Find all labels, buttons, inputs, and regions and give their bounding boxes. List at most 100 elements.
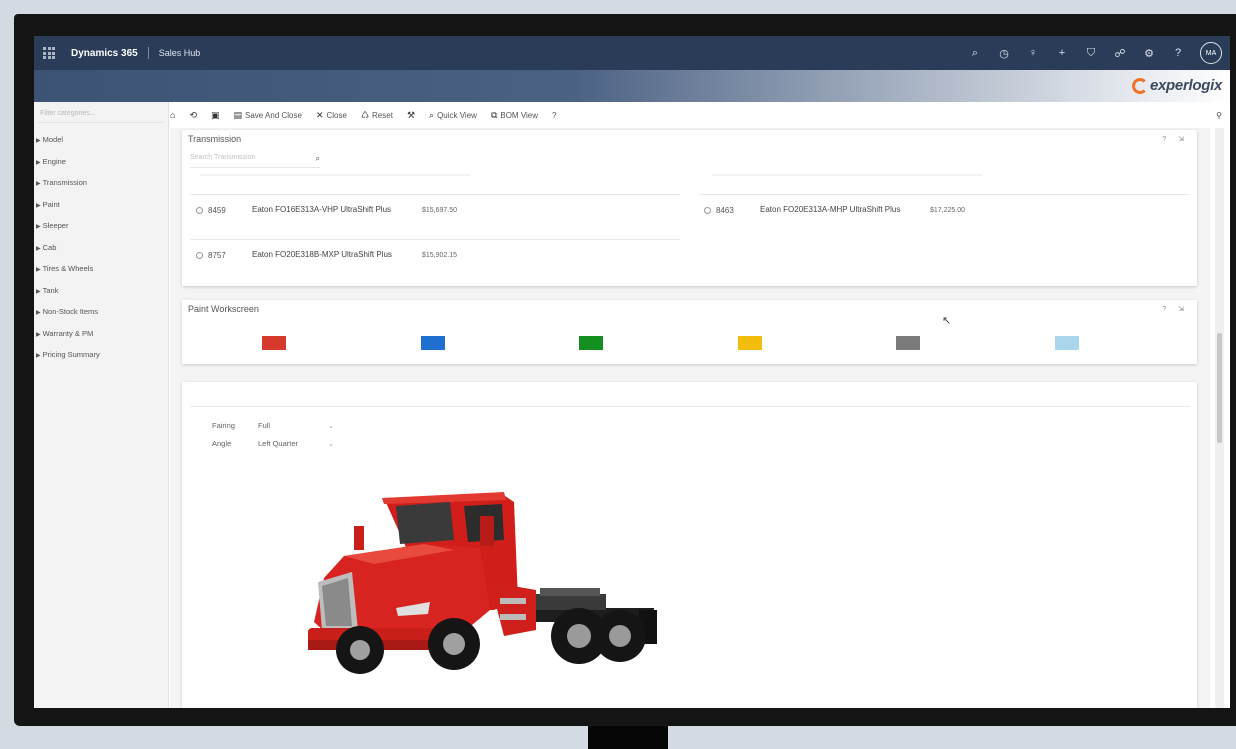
expand-caret-icon: ▶ <box>36 181 41 187</box>
help-button[interactable]: ? <box>552 111 556 120</box>
expand-caret-icon: ▶ <box>36 138 41 144</box>
panel-help-expand-icons[interactable]: ? ⇲ <box>1162 135 1189 143</box>
app-area-name[interactable]: Sales Hub <box>159 48 201 58</box>
main-scrollbar[interactable] <box>1215 128 1224 708</box>
expand-caret-icon: ▶ <box>36 310 41 316</box>
bom-view-button[interactable]: ⧉ BOM View <box>491 110 538 121</box>
category-filter-input[interactable]: Filter categories... <box>38 110 164 123</box>
close-button[interactable]: ✕ Close <box>316 110 347 121</box>
sidebar-item-non-stock-items[interactable]: ▶ Non-Stock Items <box>34 301 168 323</box>
sidebar-item-paint[interactable]: ▶ Paint <box>34 194 168 216</box>
app-launcher-icon[interactable] <box>43 47 55 59</box>
close-icon: ✕ <box>315 109 324 120</box>
paint-swatch-gray[interactable] <box>896 336 920 350</box>
option-price: $15,902.15 <box>422 251 458 259</box>
sidebar-item-model[interactable]: ▶ Model <box>34 129 168 151</box>
sidebar-item-pricing-summary[interactable]: ▶ Pricing Summary <box>34 344 168 366</box>
transmission-option[interactable]: 8459 Eaton FO16E313A-VHP UltraShift Plus… <box>196 205 457 215</box>
expand-caret-icon: ▶ <box>36 159 41 166</box>
sidebar-item-transmission[interactable]: ▶ Transmission <box>34 172 168 194</box>
sidebar-item-warranty-pm[interactable]: ▶ Warranty & PM <box>34 323 168 345</box>
option-price: $17,225.00 <box>930 206 966 214</box>
sidebar-item-label: Cab <box>42 242 57 252</box>
sidebar-item-label: Warranty & PM <box>42 328 94 338</box>
home-button[interactable]: ⌂ <box>170 110 175 120</box>
expand-caret-icon: ▶ <box>36 202 41 209</box>
filter-icon[interactable]: ⛉ <box>1084 47 1098 60</box>
sidebar-item-tires-wheels[interactable]: ▶ Tires & Wheels <box>34 258 168 280</box>
save-close-icon: ▤ <box>233 109 243 120</box>
sidebar-item-tank[interactable]: ▶ Tank <box>34 280 168 302</box>
search-icon: ⌕ <box>429 109 435 120</box>
panel-title: Transmission <box>188 134 242 144</box>
settings-icon[interactable]: ⚙ <box>1142 47 1156 60</box>
expand-caret-icon: ▶ <box>36 245 41 252</box>
paint-swatch-blue[interactable] <box>421 336 445 350</box>
lightbulb-icon[interactable]: ♀ <box>1026 47 1040 59</box>
angle-value: Left Quarter <box>258 439 299 448</box>
sidebar-item-label: Transmission <box>42 178 87 187</box>
quick-view-button[interactable]: ⌕ Quick View <box>429 110 477 121</box>
paint-swatch-yellow[interactable] <box>738 336 762 350</box>
radio-button[interactable] <box>196 251 203 259</box>
save-and-close-label: Save And Close <box>245 110 302 120</box>
back-button[interactable]: ⟲ <box>189 110 197 121</box>
radio-button[interactable] <box>196 206 203 214</box>
search-icon[interactable]: ⌕ <box>968 47 982 60</box>
experlogix-logo-icon <box>1131 77 1148 94</box>
truck-render-image <box>308 492 657 674</box>
sidebar-item-engine[interactable]: ▶ Engine <box>34 151 168 173</box>
quick-view-label: Quick View <box>437 110 477 120</box>
search-icon: ⌕ <box>315 154 320 163</box>
assist-icon[interactable]: ☍ <box>1113 47 1127 60</box>
transmission-option[interactable]: 8757 Eaton FO20E318B-MXP UltraShift Plus… <box>196 250 457 260</box>
save-and-close-button[interactable]: ▤ Save And Close <box>234 110 302 121</box>
chevron-down-icon: ⌄ <box>328 422 334 430</box>
row-divider <box>190 239 680 240</box>
scrollbar-thumb[interactable] <box>1217 333 1222 443</box>
task-icon[interactable]: ◷ <box>997 47 1011 60</box>
close-label: Close <box>326 110 347 120</box>
expand-caret-icon: ▶ <box>36 353 41 359</box>
fairing-select[interactable]: Fairing Full ⌄ <box>212 421 334 430</box>
command-toolbar: ⌂ ⟲ ▣ ▤ Save And Close ✕ Close ♺ Reset ⚒ ⌕ Q… <box>170 102 1230 128</box>
save-icon: ▣ <box>210 109 220 120</box>
transmission-option[interactable]: 8463 Eaton FO20E313A-MHP UltraShift Plus… <box>704 205 965 215</box>
top-nav-actions: ⌕ ◷ ♀ + ⛉ ☍ ⚙ ? MA <box>968 42 1222 64</box>
paint-swatch-light-blue[interactable] <box>1055 336 1079 350</box>
expand-caret-icon: ▶ <box>36 288 41 295</box>
pin-icon[interactable]: ⚲ <box>1216 111 1222 120</box>
save-button[interactable]: ▣ <box>211 110 220 121</box>
paint-swatch-green[interactable] <box>579 336 603 350</box>
transmission-search-input[interactable]: Search Transmission ⌕ <box>190 154 320 168</box>
fairing-value: Full <box>258 421 271 430</box>
plus-icon[interactable]: + <box>1055 47 1069 59</box>
home-icon: ⌂ <box>170 110 176 120</box>
reset-button[interactable]: ♺ Reset <box>361 110 393 121</box>
radio-button[interactable] <box>704 206 711 214</box>
help-label: ? <box>552 110 557 120</box>
brand-logo: experlogix <box>1131 77 1222 94</box>
mouse-cursor-icon: ↖ <box>942 315 952 327</box>
option-code: 8459 <box>208 205 226 215</box>
top-nav-bar: Dynamics 365 Sales Hub ⌕ ◷ ♀ + ⛉ ☍ ⚙ ? M… <box>34 36 1230 70</box>
reset-label: Reset <box>372 110 393 120</box>
panel-help-expand-icons[interactable]: ? ⇲ <box>1162 305 1189 313</box>
sidebar-item-sleeper[interactable]: ▶ Sleeper <box>34 215 168 237</box>
sidebar-item-cab[interactable]: ▶ Cab <box>34 237 168 259</box>
angle-select[interactable]: Angle Left Quarter ⌄ <box>212 439 334 448</box>
avatar[interactable]: MA <box>1200 42 1222 64</box>
scrolled-row-fragment <box>712 174 982 182</box>
sidebar-item-label: Non-Stock Items <box>42 307 99 316</box>
tools-button[interactable]: ⚒ <box>407 110 415 121</box>
app-title[interactable]: Dynamics 365 <box>71 48 138 59</box>
paint-swatch-red[interactable] <box>262 336 286 350</box>
sidebar-item-label: Sleeper <box>42 221 69 230</box>
option-code: 8463 <box>716 205 734 215</box>
help-icon[interactable]: ? <box>1171 47 1185 59</box>
row-divider <box>700 194 1190 195</box>
row-divider <box>190 194 680 195</box>
option-price: $15,697.50 <box>422 206 458 214</box>
expand-caret-icon: ▶ <box>36 331 41 338</box>
tools-icon: ⚒ <box>406 109 416 120</box>
